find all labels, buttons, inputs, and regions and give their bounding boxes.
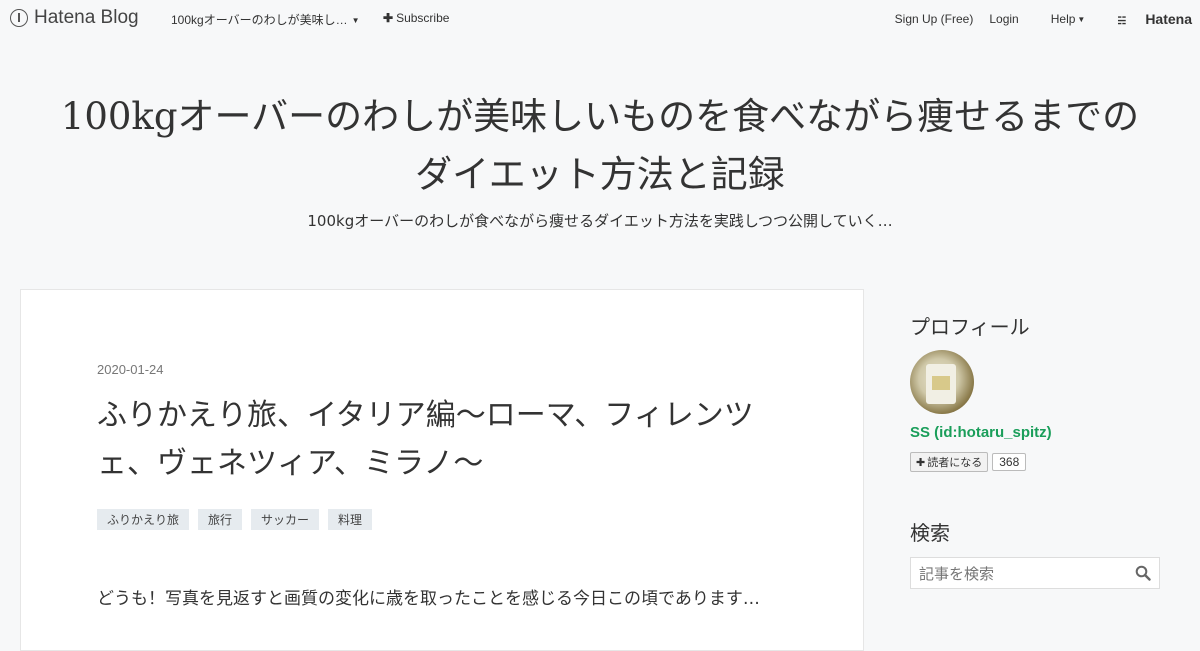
entry-date[interactable]: 2020-01-24	[97, 362, 164, 377]
article-card: 2020-01-24 ふりかえり旅、イタリア編〜ローマ、フィレンツェ、ヴェネツィ…	[20, 289, 864, 651]
hatena-icon: ☵	[1117, 16, 1127, 27]
signup-link[interactable]: Sign Up (Free)	[895, 12, 974, 26]
hatena-blog-icon	[10, 9, 28, 27]
entry-categories: ふりかえり旅 旅行 サッカー 料理	[97, 509, 381, 530]
subscribe-link[interactable]: ✚ Subscribe	[383, 11, 449, 25]
plus-icon: ✚	[383, 11, 394, 25]
caret-down-icon: ▼	[351, 16, 360, 25]
subscribe-row: ✚ 読者になる 368	[910, 452, 1027, 472]
caret-down-icon: ▼	[1077, 15, 1086, 24]
help-label: Help	[1050, 12, 1076, 26]
global-header: Hatena Blog 100kgオーバーのわしが美味し… ▼ ✚ Subscrib…	[0, 0, 1200, 36]
hatena-label: Hatena	[1145, 11, 1192, 27]
subscribe-button[interactable]: ✚ 読者になる	[910, 452, 989, 472]
entry-title[interactable]: ふりかえり旅、イタリア編〜ローマ、フィレンツェ、ヴェネツィア、ミラノ〜	[97, 392, 797, 488]
search-icon[interactable]	[1135, 565, 1151, 581]
login-link[interactable]: Login	[989, 12, 1018, 26]
plus-icon: ✚	[916, 456, 926, 469]
hatena-logo-link[interactable]: ☵ Hatena	[1101, 11, 1192, 27]
header-right-menu: Sign Up (Free) Login Help ▼ ☵ Hatena	[879, 11, 1192, 27]
search-box	[910, 557, 1160, 589]
profile-name[interactable]: SS (id:hotaru_spitz)	[910, 424, 1052, 441]
profile-heading: プロフィール	[910, 315, 1030, 339]
blog-name-dropdown[interactable]: 100kgオーバーのわしが美味し… ▼	[171, 11, 360, 28]
avatar[interactable]	[910, 350, 974, 414]
search-input[interactable]	[917, 563, 1131, 585]
brand-label: Hatena Blog	[34, 7, 139, 28]
entry-body: どうも！写真を見返すと画質の変化に歳を取ったことを感じる今日この頃であります…	[97, 589, 760, 609]
help-menu[interactable]: Help ▼	[1035, 12, 1086, 26]
subscriber-count[interactable]: 368	[992, 453, 1027, 471]
blog-title-line1: 100kgオーバーのわしが美味しいものを食べながら痩せるまでの	[60, 95, 1140, 138]
blog-title[interactable]: 100kgオーバーのわしが美味しいものを食べながら痩せるまでの ダイエット方法と…	[0, 88, 1200, 204]
subscribe-label: Subscribe	[396, 11, 450, 25]
hatena-blog-logo[interactable]: Hatena Blog	[10, 7, 139, 29]
blog-title-line2: ダイエット方法と記録	[415, 153, 785, 196]
subscribe-button-label: 読者になる	[927, 456, 983, 469]
blog-name-label: 100kgオーバーのわしが美味し…	[171, 13, 348, 27]
search-heading: 検索	[910, 521, 950, 545]
blog-description: 100kgオーバーのわしが食べながら痩せるダイエット方法を実践しつつ公開していく…	[307, 212, 893, 230]
category-tag[interactable]: 旅行	[198, 509, 243, 530]
avatar-image-label	[932, 376, 950, 390]
category-tag[interactable]: サッカー	[251, 509, 320, 530]
category-tag[interactable]: ふりかえり旅	[97, 509, 190, 530]
category-tag[interactable]: 料理	[328, 509, 373, 530]
